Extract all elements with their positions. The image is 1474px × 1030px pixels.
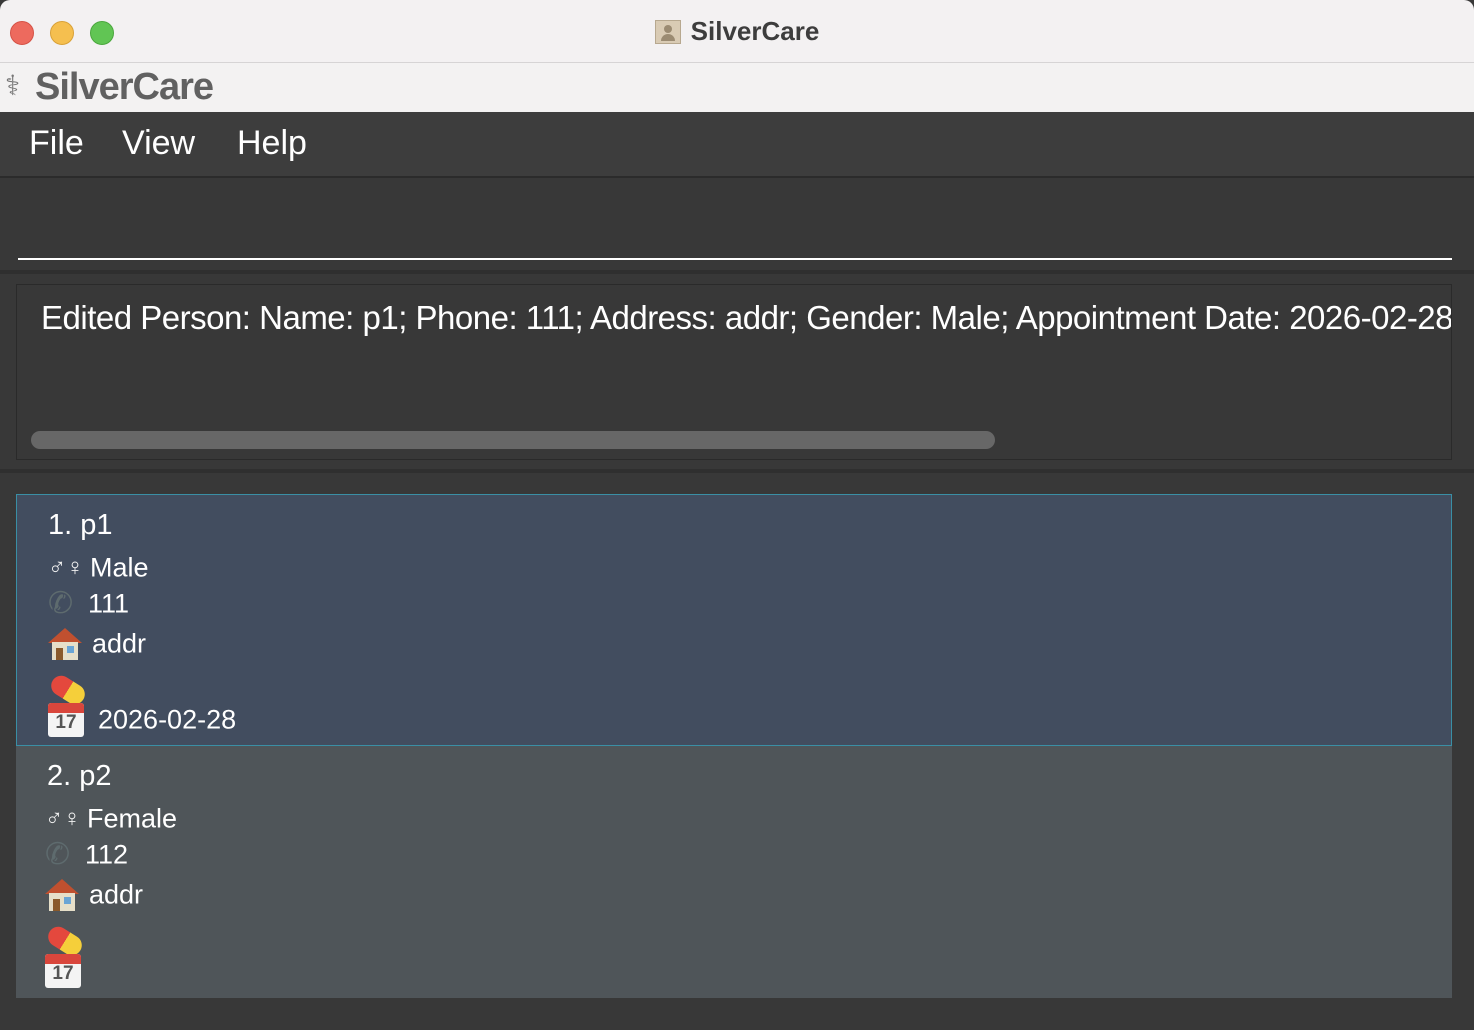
gender-icon: ♂♀ xyxy=(48,553,84,581)
address-row: addr xyxy=(45,878,143,911)
medicine-row xyxy=(44,922,86,959)
result-message: Edited Person: Name: p1; Phone: 111; Add… xyxy=(41,299,1452,336)
person-index-name: 2. p2 xyxy=(47,760,112,792)
divider xyxy=(0,270,1474,274)
app-window: SilverCare ⚕ SilverCare File View Help E… xyxy=(0,0,1474,1030)
person-phone: 112 xyxy=(85,839,129,870)
menu-help[interactable]: Help xyxy=(237,124,307,163)
phone-icon: ✆ xyxy=(45,838,71,871)
house-icon xyxy=(48,627,82,660)
person-gender: Male xyxy=(90,552,149,583)
command-input[interactable] xyxy=(18,178,1452,260)
person-address: addr xyxy=(92,628,147,659)
house-icon xyxy=(45,878,79,911)
phone-row: ✆ 111 xyxy=(48,587,129,621)
app-header: ⚕ SilverCare xyxy=(0,63,1474,112)
phone-icon: ✆ xyxy=(48,587,74,620)
person-gender: Female xyxy=(87,803,178,834)
result-display: Edited Person: Name: p1; Phone: 111; Add… xyxy=(16,284,1452,460)
window-titlebar: SilverCare xyxy=(0,0,1474,63)
address-row: addr xyxy=(48,627,146,660)
person-list: 1. p1 ♂♀ Male ✆ 111 addr 17 2026-02-28 2. p… xyxy=(16,494,1452,998)
appointment-row: 17 2026-02-28 xyxy=(48,703,236,737)
menu-file[interactable]: File xyxy=(29,124,84,163)
gender-row: ♂♀ Female xyxy=(45,802,177,834)
phone-row: ✆ 112 xyxy=(45,838,128,872)
gender-row: ♂♀ Male xyxy=(48,551,149,583)
medicine-row xyxy=(47,671,89,708)
person-address: addr xyxy=(89,879,144,910)
calendar-icon: 17 xyxy=(45,954,81,988)
command-box xyxy=(0,178,1474,270)
horizontal-scrollbar[interactable] xyxy=(31,431,995,449)
gender-icon: ♂♀ xyxy=(45,804,81,832)
person-appointment: 2026-02-28 xyxy=(98,704,237,735)
person-card[interactable]: 2. p2 ♂♀ Female ✆ 112 addr 17 xyxy=(16,746,1452,998)
calendar-icon: 17 xyxy=(48,703,84,737)
person-index-name: 1. p1 xyxy=(48,509,113,541)
menu-view[interactable]: View xyxy=(122,124,195,163)
appointment-row: 17 xyxy=(45,954,95,988)
app-name: SilverCare xyxy=(35,66,214,108)
contacts-app-icon xyxy=(654,19,681,44)
caduceus-icon: ⚕ xyxy=(5,70,21,101)
divider xyxy=(0,469,1474,473)
person-card[interactable]: 1. p1 ♂♀ Male ✆ 111 addr 17 2026-02-28 xyxy=(16,494,1452,746)
menu-bar: File View Help xyxy=(0,112,1474,178)
window-title: SilverCare xyxy=(0,16,1474,46)
window-title-text: SilverCare xyxy=(690,16,820,46)
person-phone: 111 xyxy=(88,588,130,619)
